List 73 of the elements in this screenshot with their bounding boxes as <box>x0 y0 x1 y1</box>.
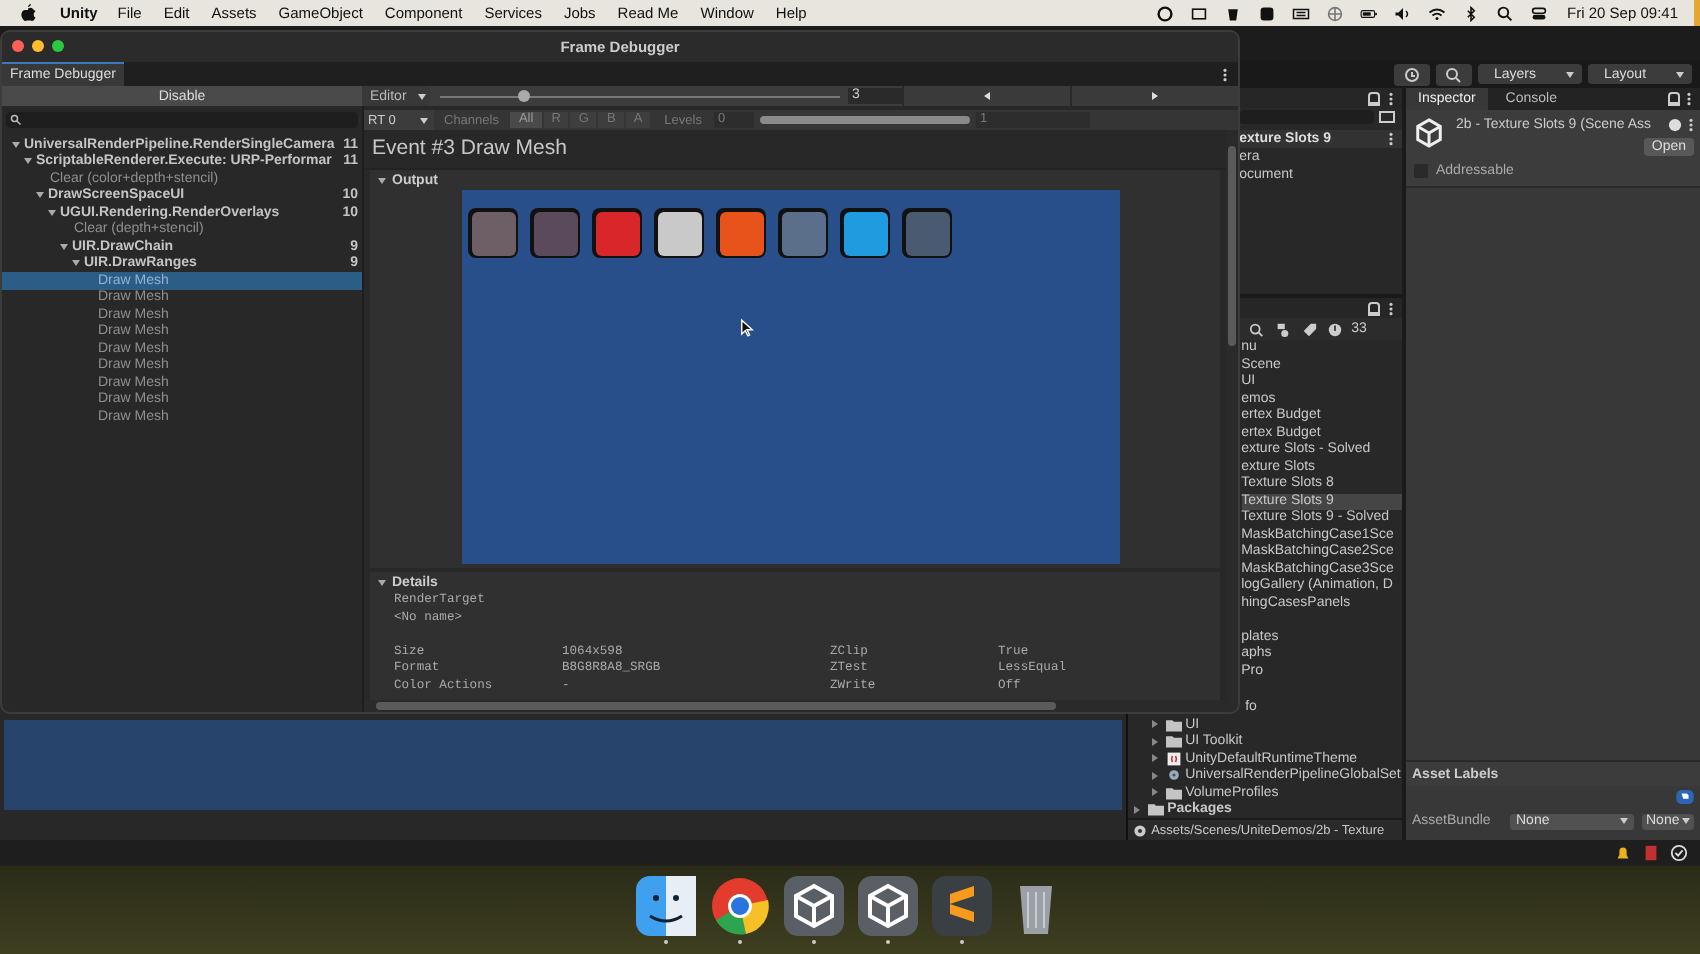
running-indicator <box>959 940 963 944</box>
help-icon[interactable] <box>1668 118 1682 132</box>
volume-icon[interactable] <box>1393 5 1412 21</box>
zigzag-icon[interactable] <box>931 876 991 936</box>
bell-icon[interactable] <box>1614 844 1632 862</box>
texture-thumbnail <box>716 208 766 258</box>
search-icon[interactable] <box>1436 63 1472 85</box>
tricolor-circle-icon[interactable] <box>709 876 769 936</box>
scene-icon[interactable] <box>1378 109 1396 125</box>
texture-thumbnail <box>530 208 580 258</box>
cube-icon[interactable] <box>783 876 843 936</box>
monitor-icon[interactable] <box>1189 5 1208 21</box>
more-options-icon[interactable] <box>1388 301 1394 315</box>
running-indicator <box>663 940 667 944</box>
minimize-button[interactable] <box>32 40 44 52</box>
smiling-face-icon[interactable] <box>635 876 695 936</box>
slider-thumb[interactable] <box>518 90 530 102</box>
running-indicator <box>737 940 741 944</box>
dock-item[interactable] <box>783 872 843 948</box>
levels-range-slider[interactable] <box>759 116 970 124</box>
dock-item[interactable] <box>857 872 917 948</box>
more-options-icon[interactable] <box>1222 67 1228 81</box>
close-button[interactable] <box>12 40 24 52</box>
history-icon[interactable] <box>1394 63 1430 85</box>
tags-icon[interactable] <box>1676 790 1694 804</box>
search-field[interactable] <box>6 112 358 128</box>
wifi-icon[interactable] <box>1427 5 1446 21</box>
running-indicator <box>811 940 815 944</box>
shapes-icon[interactable] <box>1273 321 1292 337</box>
info-icon[interactable] <box>1325 321 1344 337</box>
search-icon <box>10 114 22 126</box>
caret-icon[interactable] <box>24 158 32 165</box>
search-icon[interactable] <box>1247 321 1266 337</box>
texture-thumbnail <box>902 208 952 258</box>
running-indicator <box>885 940 889 944</box>
more-options-icon[interactable] <box>1388 91 1394 105</box>
lock-icon[interactable] <box>1668 92 1680 106</box>
texture-thumbnail <box>654 208 704 258</box>
dock-item[interactable] <box>709 872 769 948</box>
more-options-icon[interactable] <box>1388 132 1394 146</box>
circle-icon[interactable] <box>1155 5 1174 21</box>
dock-item[interactable] <box>931 872 991 948</box>
theme-file-icon <box>1165 751 1182 766</box>
caret-icon[interactable] <box>12 141 20 148</box>
rounded-square-icon[interactable] <box>1257 5 1276 21</box>
control-center-icon[interactable] <box>1529 5 1548 21</box>
texture-thumbnail <box>778 208 828 258</box>
caret-icon[interactable] <box>378 579 386 585</box>
lock-icon[interactable] <box>1368 91 1380 105</box>
caret-icon[interactable] <box>36 192 44 199</box>
keyboard-icon[interactable] <box>1291 5 1310 21</box>
apple-logo-icon[interactable] <box>20 4 36 22</box>
gear-icon <box>1165 768 1182 783</box>
search-field[interactable] <box>1239 110 1374 124</box>
texture-thumbnail <box>592 208 642 258</box>
zoom-button[interactable] <box>52 40 64 52</box>
caret-icon[interactable] <box>48 209 56 216</box>
texture-thumbnail <box>468 208 518 258</box>
search-icon[interactable] <box>1495 5 1514 21</box>
caret-icon[interactable] <box>72 260 80 267</box>
dock-item[interactable] <box>635 872 695 948</box>
cup-icon[interactable] <box>1223 5 1242 21</box>
texture-thumbnail <box>840 208 890 258</box>
event-slider[interactable] <box>440 86 840 106</box>
mouse-pointer-icon <box>740 318 754 338</box>
caret-icon[interactable] <box>378 177 386 183</box>
battery-icon[interactable] <box>1359 5 1378 21</box>
cube-icon[interactable] <box>857 876 917 936</box>
globe-icon[interactable] <box>1325 5 1344 21</box>
caret-icon[interactable] <box>60 243 68 250</box>
cube-icon <box>1414 118 1444 148</box>
bluetooth-icon[interactable] <box>1461 5 1480 21</box>
check-circle-icon[interactable] <box>1670 844 1688 862</box>
